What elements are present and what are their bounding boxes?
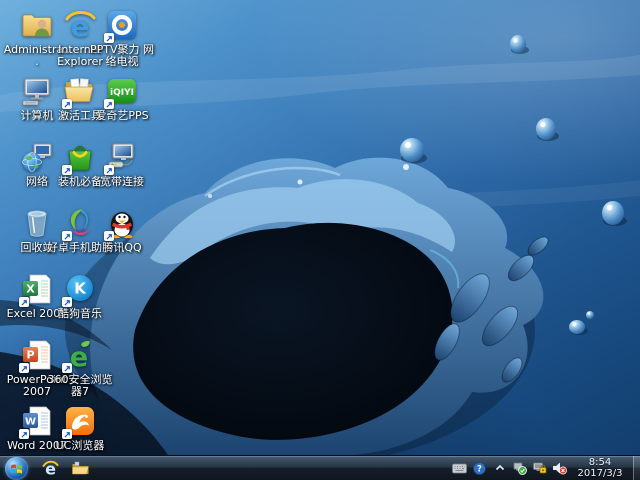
svg-text:K: K [74,280,87,298]
clock-date: 2017/3/3 [577,468,623,479]
browser-360-e-icon: e [62,338,97,373]
shortcut-arrow-icon [62,99,72,109]
shortcut-arrow-icon [19,429,29,439]
uc-browser-icon [62,404,97,439]
shortcut-arrow-icon [104,99,114,109]
desktop-icon-label: 酷狗音乐 [58,307,102,320]
svg-text:P: P [26,349,34,362]
shortcut-arrow-icon [104,33,114,43]
desktop-icon-label: 360安全浏览器7 [47,373,113,398]
taskbar-internet-explorer-button[interactable]: e [35,457,65,480]
shortcut-arrow-icon [62,297,72,307]
desktop-icon-pptv[interactable]: PPTV聚力 网络电视 [88,8,156,68]
broadband-connection-icon [104,140,139,175]
shortcut-arrow-icon [62,165,72,175]
desktop-icon-label: UC浏览器 [55,439,105,452]
pptv-icon [104,8,139,43]
desktop-icon-label: PPTV聚力 网络电视 [89,43,154,68]
svg-text:X: X [26,283,35,296]
desktop-icon-label: 宽带连接 [100,175,144,188]
kugou-k-icon: K [62,272,97,307]
taskbar-clock[interactable]: 8:54 2017/3/3 [576,457,624,479]
network-warning-lock-tray-icon[interactable] [532,461,547,476]
shortcut-arrow-icon [62,429,72,439]
desktop-icon-label: 网络 [26,175,48,188]
taskbar-windows-explorer-button[interactable] [65,457,95,480]
show-desktop-button[interactable] [633,455,640,480]
desktop-icon-360-browser[interactable]: e 360安全浏览器7 [46,338,114,398]
shortcut-arrow-icon [104,231,114,241]
desktop-icon-iqiyi-pps[interactable]: iQIYI 爱奇艺PPS [88,74,156,122]
svg-text:W: W [25,417,36,428]
shortcut-arrow-icon [62,363,72,373]
shortcut-arrow-icon [19,297,29,307]
desktop-icon-label: 腾讯QQ [102,241,142,254]
desktop-icon-broadband[interactable]: 宽带连接 [88,140,156,188]
help-question-tray-icon[interactable]: ? [472,461,487,476]
iqiyi-icon: iQIYI [104,74,139,109]
windows-explorer-folder-icon [71,461,89,474]
desktop[interactable]: Administra... e Internet Explorer PPTV聚力… [0,0,640,455]
device-ok-check-tray-icon[interactable] [512,461,527,476]
taskbar: e ? 8:54 2017/3/3 [0,455,640,480]
volume-muted-tray-icon[interactable] [552,461,567,476]
shortcut-arrow-icon [104,165,114,175]
desktop-icon-label: 爱奇艺PPS [95,109,149,122]
internet-explorer-icon: e [42,459,58,478]
start-button[interactable] [5,456,28,480]
desktop-icon-tencent-qq[interactable]: 腾讯QQ [88,206,156,254]
windows-desktop-screen: Administra... e Internet Explorer PPTV聚力… [0,0,640,480]
desktop-icon-uc-browser[interactable]: UC浏览器 [46,404,114,452]
desktop-icon-kugou-music[interactable]: K 酷狗音乐 [46,272,114,320]
shortcut-arrow-icon [19,363,29,373]
svg-text:?: ? [477,464,482,474]
svg-text:iQIYI: iQIYI [110,88,134,98]
clock-time: 8:54 [588,457,612,468]
show-hidden-icons-caret[interactable] [492,461,507,476]
system-tray: ? 8:54 2017/3/3 [452,455,640,480]
qq-penguin-icon [104,206,139,241]
input-keyboard-tray-icon[interactable] [452,461,467,476]
windows-flag-icon [11,463,22,474]
shortcut-arrow-icon [62,231,72,241]
